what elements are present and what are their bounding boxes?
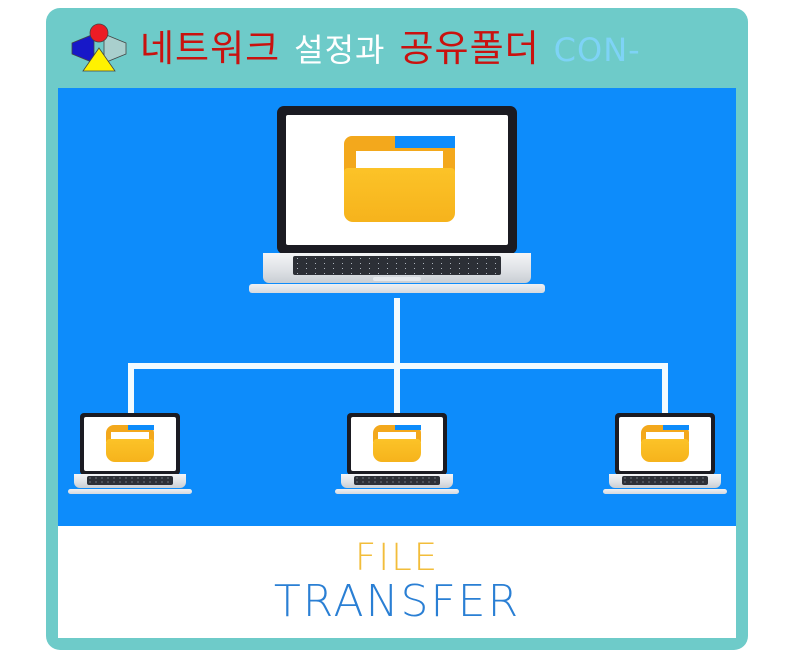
client-laptop-2-keyboard bbox=[354, 476, 440, 485]
folder-icon bbox=[343, 135, 455, 222]
client-laptop-1-keyboard bbox=[87, 476, 173, 485]
main-laptop-keyboard bbox=[293, 256, 501, 275]
main-laptop-foot bbox=[249, 284, 545, 293]
keyboard-keys bbox=[293, 256, 501, 275]
client-laptop-2-base bbox=[341, 474, 453, 488]
title-segment-con: CON- bbox=[553, 30, 641, 69]
main-laptop[interactable] bbox=[249, 106, 545, 293]
folder-front-flap bbox=[343, 168, 455, 222]
folder-front-flap bbox=[641, 439, 689, 462]
main-laptop-base bbox=[263, 253, 531, 283]
caption-line-transfer: TRANSFER bbox=[273, 576, 521, 628]
logo-left-triangle-icon bbox=[71, 33, 95, 64]
title-segment-network: 네트워크 bbox=[140, 26, 281, 70]
main-laptop-trackpad bbox=[373, 277, 421, 281]
client-laptop-2-foot bbox=[335, 489, 459, 494]
client-laptop-3-keyboard bbox=[622, 476, 708, 485]
client-laptop-2[interactable] bbox=[335, 413, 459, 494]
folder-icon bbox=[373, 425, 421, 462]
folder-icon bbox=[641, 425, 689, 462]
client-laptop-3[interactable] bbox=[603, 413, 727, 494]
client-laptop-2-lid bbox=[347, 413, 447, 475]
title-segment-settings: 설정과 bbox=[294, 30, 386, 69]
file-transfer-illustration bbox=[58, 88, 736, 526]
network-link-right bbox=[662, 363, 668, 415]
article-card: 네트워크 설정과 공유폴더 CON- FILE TRANSFER bbox=[46, 8, 748, 650]
folder-front-flap bbox=[106, 439, 154, 462]
illustration-caption: FILE TRANSFER bbox=[58, 526, 736, 638]
caption-line-file: FILE bbox=[354, 536, 440, 580]
keyboard-keys bbox=[622, 476, 708, 485]
client-laptop-3-foot bbox=[603, 489, 727, 494]
client-laptop-3-lid bbox=[615, 413, 715, 475]
client-laptop-2-screen bbox=[351, 417, 443, 471]
client-laptop-3-screen bbox=[619, 417, 711, 471]
logo-right-triangle-icon bbox=[103, 33, 127, 64]
network-link-left bbox=[128, 363, 134, 415]
logo-circle-icon bbox=[89, 23, 109, 43]
page-title: 네트워크 설정과 공유폴더 CON- bbox=[140, 30, 641, 67]
blog-header: 네트워크 설정과 공유폴더 CON- bbox=[46, 8, 748, 88]
title-segment-sharedfolder: 공유폴더 bbox=[399, 26, 540, 70]
folder-front-flap bbox=[373, 439, 421, 462]
client-laptop-1-screen bbox=[84, 417, 176, 471]
site-logo-icon[interactable] bbox=[70, 23, 128, 73]
folder-icon bbox=[106, 425, 154, 462]
network-link-center bbox=[394, 363, 400, 415]
network-link-trunk bbox=[394, 298, 400, 368]
keyboard-keys bbox=[87, 476, 173, 485]
client-laptop-1-base bbox=[74, 474, 186, 488]
client-laptop-1-foot bbox=[68, 489, 192, 494]
client-laptop-3-base bbox=[609, 474, 721, 488]
client-laptop-1[interactable] bbox=[68, 413, 192, 494]
logo-svg bbox=[71, 23, 127, 72]
client-laptop-1-lid bbox=[80, 413, 180, 475]
main-laptop-screen bbox=[286, 115, 508, 245]
main-laptop-lid bbox=[277, 106, 517, 254]
keyboard-keys bbox=[354, 476, 440, 485]
